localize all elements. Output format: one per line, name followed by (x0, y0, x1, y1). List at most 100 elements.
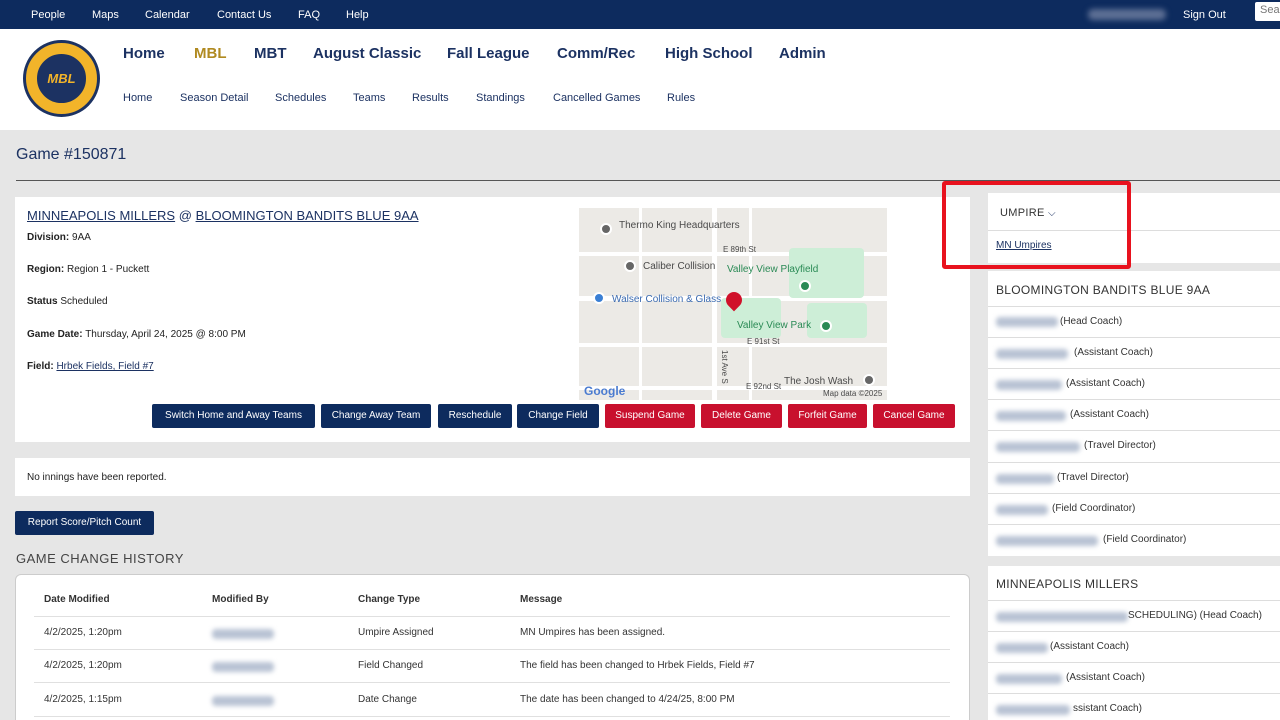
business-pin-icon (593, 292, 605, 304)
row-divider (34, 649, 950, 650)
forfeit-game-button[interactable]: Forfeit Game (788, 404, 867, 428)
modified-by-redacted (212, 662, 274, 672)
mainnav-home[interactable]: Home (123, 45, 165, 62)
nav-contact[interactable]: Contact Us (217, 9, 271, 21)
mainnav-mbl[interactable]: MBL (194, 45, 227, 62)
col-date-modified[interactable]: Date Modified (44, 594, 110, 605)
place-pin-icon (600, 223, 612, 235)
report-score-button[interactable]: Report Score/Pitch Count (15, 511, 154, 535)
subnav-results[interactable]: Results (412, 92, 449, 104)
nav-maps[interactable]: Maps (92, 9, 119, 21)
subnav-schedules[interactable]: Schedules (275, 92, 326, 104)
subnav-season-detail[interactable]: Season Detail (180, 92, 249, 104)
panel-divider (988, 337, 1280, 338)
region-row: Region: Region 1 - Puckett (27, 264, 149, 275)
nav-people[interactable]: People (31, 9, 65, 21)
panel-divider (988, 600, 1280, 601)
staff-name-redacted[interactable] (996, 674, 1062, 684)
map-label: Valley View Park (737, 320, 812, 331)
field-map[interactable]: Thermo King Headquarters E 89th St Calib… (579, 208, 887, 400)
staff-name-redacted[interactable] (996, 643, 1048, 653)
division-row: Division: 9AA (27, 232, 91, 243)
staff-role: (Assistant Coach) (1070, 409, 1149, 420)
user-name-redacted[interactable] (1088, 9, 1166, 20)
mainnav-admin[interactable]: Admin (779, 45, 826, 62)
nav-help[interactable]: Help (346, 9, 369, 21)
panel-divider (988, 430, 1280, 431)
staff-name-redacted[interactable] (996, 612, 1128, 622)
staff-name-redacted[interactable] (996, 380, 1062, 390)
subnav-standings[interactable]: Standings (476, 92, 525, 104)
field-link[interactable]: Hrbek Fields, Field #7 (56, 361, 153, 372)
suspend-game-button[interactable]: Suspend Game (605, 404, 695, 428)
staff-role: (Assistant Coach) (1066, 672, 1145, 683)
staff-name-redacted[interactable] (996, 705, 1070, 715)
staff-name-redacted[interactable] (996, 442, 1080, 452)
row-message: The date has been changed to 4/24/25, 8:… (520, 694, 735, 705)
mainnav-comm-rec[interactable]: Comm/Rec (557, 45, 635, 62)
cancel-game-button[interactable]: Cancel Game (873, 404, 955, 428)
col-change-type[interactable]: Change Type (358, 594, 420, 605)
home-team-link[interactable]: BLOOMINGTON BANDITS BLUE 9AA (196, 208, 419, 223)
staff-role: (Assistant Coach) (1050, 641, 1129, 652)
row-divider (34, 716, 950, 717)
nav-faq[interactable]: FAQ (298, 9, 320, 21)
map-label: Caliber Collision (643, 261, 716, 272)
region-label: Region: (27, 264, 65, 275)
delete-game-button[interactable]: Delete Game (701, 404, 782, 428)
staff-role: (Assistant Coach) (1074, 347, 1153, 358)
modified-by-redacted (212, 629, 274, 639)
panel-divider (988, 493, 1280, 494)
subnav-rules[interactable]: Rules (667, 92, 695, 104)
row-divider (34, 682, 950, 683)
row-type: Date Change (358, 694, 417, 705)
staff-name-redacted[interactable] (996, 536, 1098, 546)
status-value: Scheduled (60, 296, 108, 307)
change-away-team-button[interactable]: Change Away Team (321, 404, 431, 428)
staff-name-redacted[interactable] (996, 505, 1048, 515)
away-team-link[interactable]: MINNEAPOLIS MILLERS (27, 208, 175, 223)
subnav-cancelled-games[interactable]: Cancelled Games (553, 92, 640, 104)
staff-role: (Assistant Coach) (1066, 378, 1145, 389)
staff-name-redacted[interactable] (996, 474, 1054, 484)
reschedule-button[interactable]: Reschedule (438, 404, 512, 428)
date-value: Thursday, April 24, 2025 @ 8:00 PM (85, 329, 246, 340)
map-label: Valley View Playfield (727, 264, 819, 275)
change-field-button[interactable]: Change Field (517, 404, 599, 428)
staff-name-redacted[interactable] (996, 411, 1066, 421)
division-value: 9AA (72, 232, 91, 243)
switch-teams-button[interactable]: Switch Home and Away Teams (152, 404, 315, 428)
mainnav-fall-league[interactable]: Fall League (447, 45, 530, 62)
sign-out-link[interactable]: Sign Out (1183, 9, 1226, 21)
division-label: Division: (27, 232, 70, 243)
history-table (15, 574, 970, 720)
col-modified-by[interactable]: Modified By (212, 594, 269, 605)
history-title: GAME CHANGE HISTORY (16, 551, 184, 566)
google-logo: Google (584, 384, 626, 398)
page-title: Game #150871 (16, 146, 127, 163)
staff-name-redacted[interactable] (996, 317, 1058, 327)
subnav-home[interactable]: Home (123, 92, 152, 104)
panel-divider (988, 662, 1280, 663)
mainnav-august-classic[interactable]: August Classic (313, 45, 421, 62)
col-message[interactable]: Message (520, 594, 562, 605)
highlight-box (942, 181, 1131, 269)
league-logo[interactable]: MBL (23, 40, 100, 117)
map-label: Walser Collision & Glass (612, 294, 722, 305)
mainnav-high-school[interactable]: High School (665, 45, 753, 62)
row-date: 4/2/2025, 1:15pm (44, 694, 122, 705)
panel-divider (988, 524, 1280, 525)
row-date: 4/2/2025, 1:20pm (44, 660, 122, 671)
staff-name-redacted[interactable] (996, 349, 1068, 359)
mainnav-mbt[interactable]: MBT (254, 45, 287, 62)
logo-text: MBL (35, 52, 88, 105)
nav-calendar[interactable]: Calendar (145, 9, 190, 21)
staff-role: ssistant Coach) (1073, 703, 1142, 714)
staff-role: (Head Coach) (1060, 316, 1123, 327)
innings-message: No innings have been reported. (27, 472, 167, 483)
panel-divider (988, 368, 1280, 369)
subnav-teams[interactable]: Teams (353, 92, 385, 104)
search-input[interactable]: Sea (1255, 2, 1280, 21)
field-row: Field: Hrbek Fields, Field #7 (27, 361, 154, 372)
map-label: 1st Ave S (720, 350, 729, 384)
